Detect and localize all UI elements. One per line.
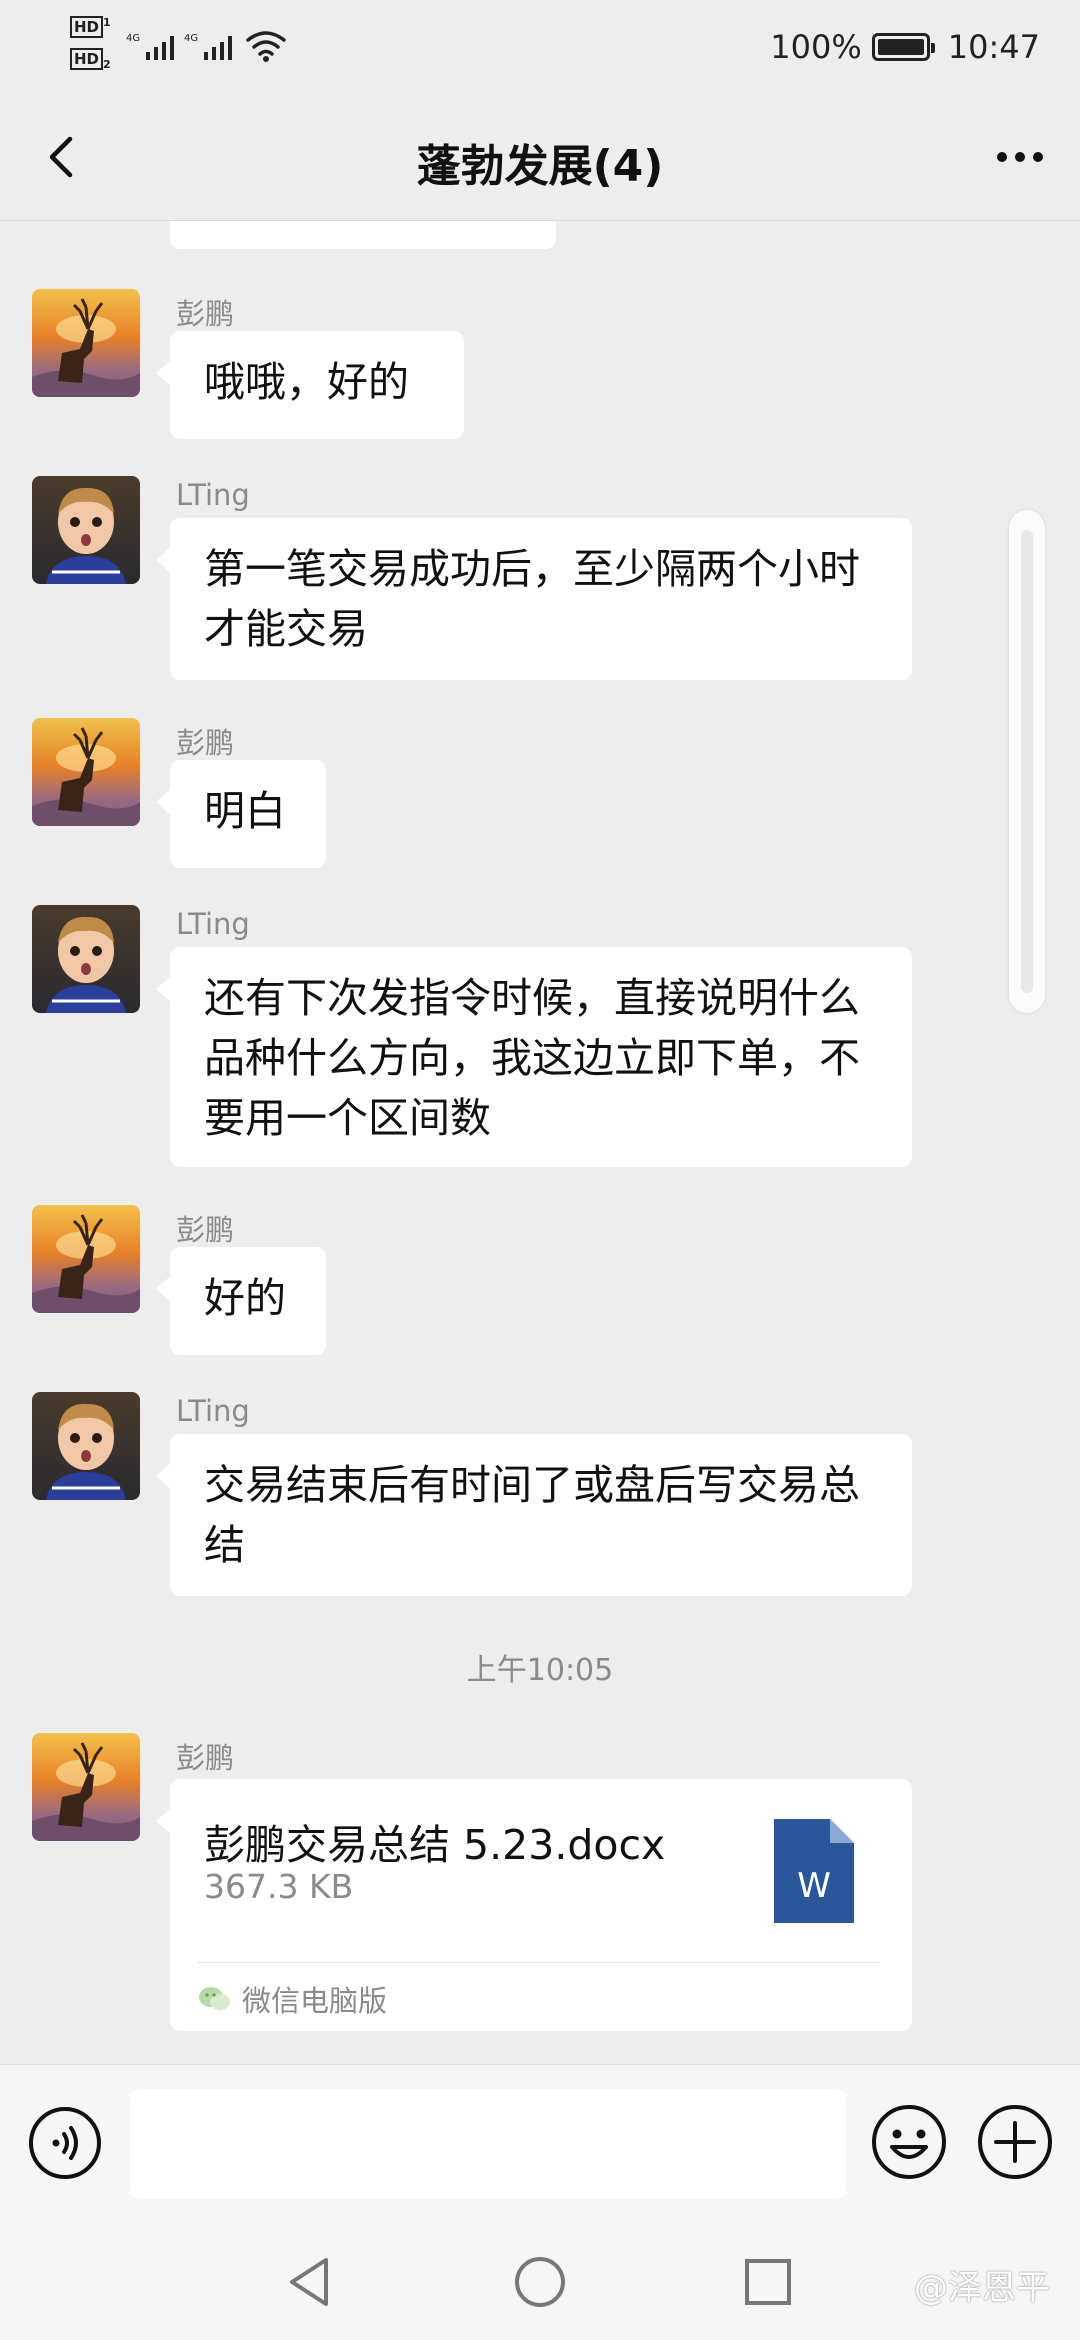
system-recents-button[interactable]: [738, 2252, 798, 2312]
file-source-label: 微信电脑版: [242, 1984, 388, 2018]
emoji-button[interactable]: [870, 2103, 948, 2181]
message-bubble[interactable]: 还有下次发指令时候，直接说明什么品种什么方向，我这边立即下单，不要用一个区间数: [156, 947, 912, 1167]
sender-name: 彭鹏: [176, 726, 235, 760]
word-document-icon: W: [774, 1819, 854, 1923]
status-right: 100% 10:47: [770, 22, 1040, 72]
battery-icon: [871, 33, 935, 61]
sender-avatar-lting[interactable]: [32, 476, 140, 584]
sender-name: 彭鹏: [176, 1213, 235, 1247]
sender-avatar-pengpeng[interactable]: [32, 1205, 140, 1313]
triangle-back-icon: [290, 2258, 328, 2306]
system-back-button[interactable]: [280, 2252, 340, 2312]
sender-name: LTing: [176, 1394, 250, 1428]
network2-label: 4G: [184, 33, 198, 44]
sender-avatar-pengpeng[interactable]: [32, 718, 140, 826]
more-options-button[interactable]: [988, 125, 1052, 189]
message-input[interactable]: [130, 2089, 846, 2199]
message-bubble[interactable]: 第一笔交易成功后，至少隔两个小时才能交易: [156, 518, 912, 680]
signal-indicators: HD 1 HD 2 4G 4G: [70, 14, 300, 80]
file-size: 367.3 KB: [204, 1867, 354, 1906]
hd2-badge: HD 2: [70, 48, 111, 71]
signal-2-icon: 4G: [184, 33, 232, 60]
file-attachment-card[interactable]: 彭鹏交易总结 5.23.docx 367.3 KB W 微信电脑版: [156, 1779, 912, 2031]
network1-label: 4G: [126, 33, 140, 44]
file-source: 微信电脑版: [198, 1974, 387, 2024]
system-home-button[interactable]: [510, 2252, 570, 2312]
battery-percent: 100%: [770, 28, 862, 66]
sender-avatar-lting[interactable]: [32, 905, 140, 1013]
input-bar: [0, 2064, 1080, 2225]
voice-icon: [29, 2107, 101, 2179]
message-bubble[interactable]: 明白: [156, 760, 326, 868]
sender-name: 彭鹏: [176, 297, 235, 331]
file-name: 彭鹏交易总结 5.23.docx: [204, 1821, 666, 1869]
sender-avatar-lting[interactable]: [32, 1392, 140, 1500]
clock: 10:47: [947, 28, 1040, 66]
message-bubble[interactable]: 好的: [156, 1247, 326, 1355]
word-icon-letter: W: [797, 1866, 831, 1906]
wifi-icon: [246, 31, 286, 62]
sender-avatar-pengpeng[interactable]: [32, 1733, 140, 1841]
sender-avatar-pengpeng[interactable]: [32, 289, 140, 397]
square-recents-icon: [745, 2259, 791, 2305]
partial-message-bubble[interactable]: [170, 221, 556, 249]
watermark: @泽恩平: [914, 2268, 1050, 2308]
sender-name: 彭鹏: [176, 1741, 235, 1775]
scrollbar[interactable]: [1009, 510, 1045, 1013]
plus-icon: [978, 2105, 1052, 2179]
message-timestamp: 上午10:05: [466, 1653, 614, 1688]
message-list[interactable]: 彭鹏 哦哦，好的 LTing 第一笔交易成功后，至少隔两个小时才能交易 彭鹏 明…: [0, 221, 1080, 2064]
message-bubble[interactable]: 哦哦，好的: [156, 331, 464, 439]
chat-title: 蓬勃发展(4): [416, 141, 664, 192]
emoji-icon: [872, 2105, 946, 2179]
voice-input-button[interactable]: [28, 2106, 102, 2180]
circle-home-icon: [515, 2257, 565, 2307]
sender-name: LTing: [176, 907, 250, 941]
hd1-badge: HD 1: [70, 16, 111, 38]
system-navigation-bar: @泽恩平: [0, 2224, 1080, 2340]
sender-name: LTing: [176, 478, 250, 512]
more-actions-button[interactable]: [976, 2103, 1054, 2181]
wechat-icon: [199, 1987, 230, 2010]
file-card-divider: [198, 1962, 880, 1963]
chat-header: 蓬勃发展(4): [0, 95, 1080, 221]
status-bar: HD 1 HD 2 4G 4G 100% 10:47: [0, 0, 1080, 95]
message-bubble[interactable]: 交易结束后有时间了或盘后写交易总结: [156, 1434, 912, 1596]
more-icon: [997, 152, 1043, 162]
signal-1-icon: 4G: [126, 33, 174, 60]
